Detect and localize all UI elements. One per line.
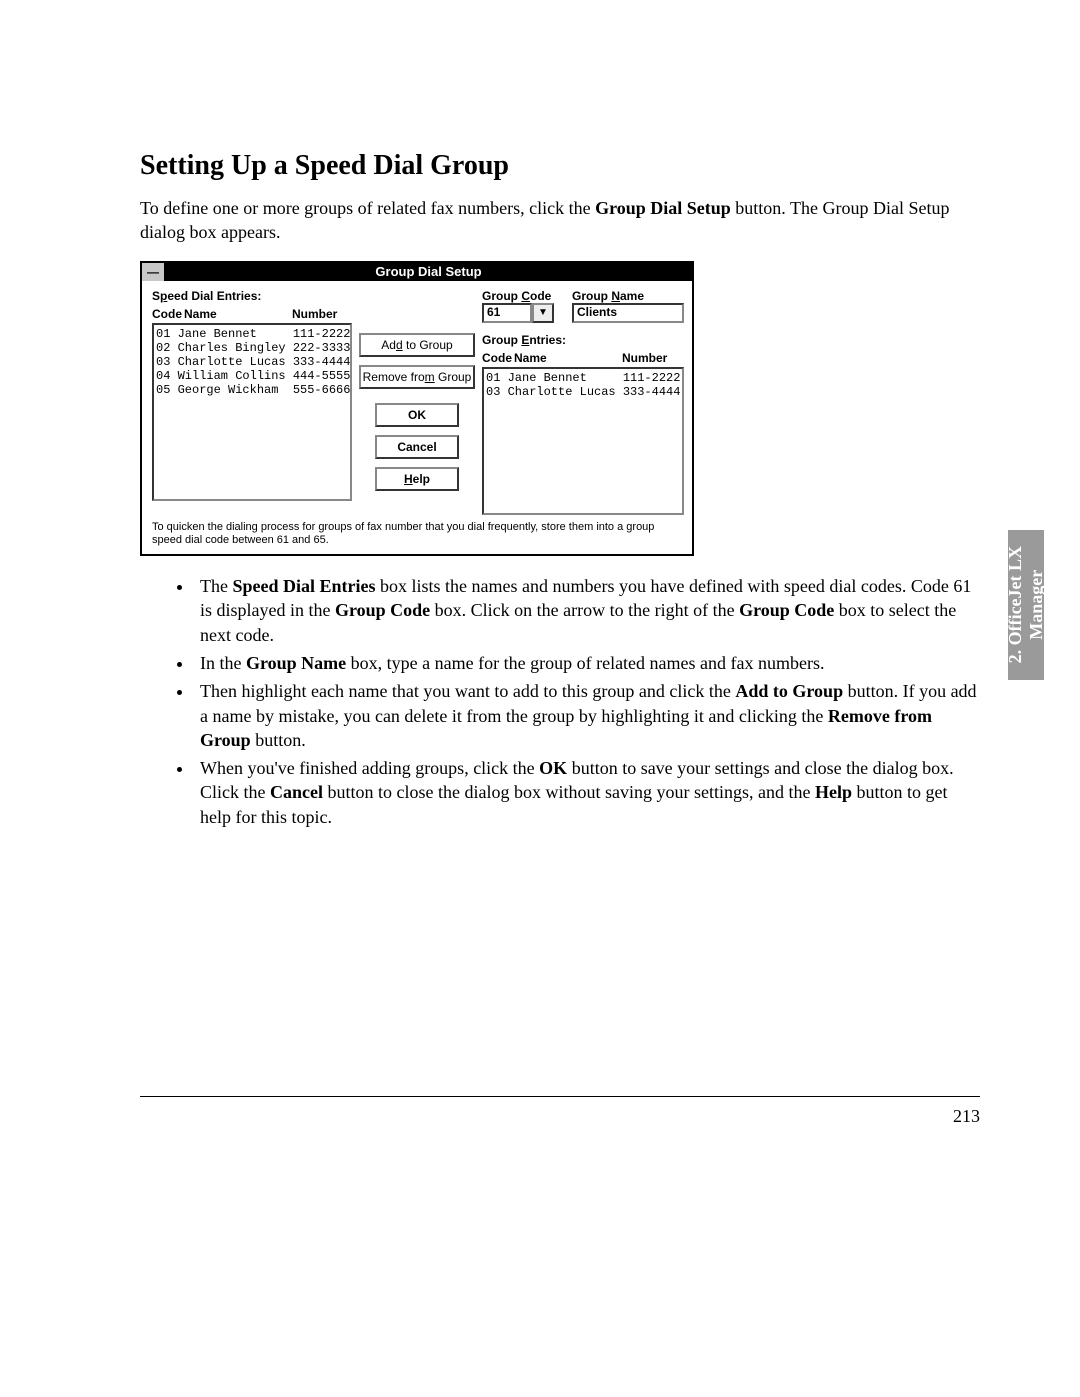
group-dial-setup-dialog: — Group Dial Setup Speed Dial Entries: C…	[140, 261, 694, 557]
footer-rule	[140, 1096, 980, 1097]
speed-dial-header-row: Code Name Number	[152, 307, 352, 321]
btn-accel: m	[425, 370, 435, 384]
bold-text: Add to Group	[735, 681, 843, 701]
list-item: In the Group Name box, type a name for t…	[194, 651, 980, 675]
group-entries-header-row: Code Name Number	[482, 351, 684, 365]
bold-text: Group Name	[246, 653, 346, 673]
btn-text: Cancel	[397, 440, 436, 454]
dialog-title: Group Dial Setup	[165, 263, 692, 281]
label-part: ode	[530, 289, 551, 303]
dialog-titlebar: — Group Dial Setup	[142, 263, 692, 281]
dialog-body: Speed Dial Entries: Code Name Number 01 …	[142, 281, 692, 555]
section-heading: Setting Up a Speed Dial Group	[140, 150, 980, 182]
instruction-list: The Speed Dial Entries box lists the nam…	[140, 574, 980, 829]
bold-text: Cancel	[270, 782, 323, 802]
bold-text: OK	[539, 758, 567, 778]
text: In the	[200, 653, 246, 673]
system-menu-icon[interactable]: —	[142, 263, 165, 281]
btn-text: Ad	[381, 338, 396, 352]
text: The	[200, 576, 232, 596]
text: When you've finished adding groups, clic…	[200, 758, 539, 778]
btn-text: OK	[408, 408, 426, 422]
remove-from-group-button[interactable]: Remove from Group	[359, 365, 475, 389]
group-entries-label: Group Entries:	[482, 333, 684, 347]
ok-button[interactable]: OK	[375, 403, 459, 427]
bold-text: Group Code	[739, 600, 834, 620]
intro-paragraph: To define one or more groups of related …	[140, 196, 980, 245]
text: Then highlight each name that you want t…	[200, 681, 735, 701]
btn-accel: H	[404, 472, 413, 486]
intro-bold: Group Dial Setup	[595, 198, 731, 218]
group-code-label: Group Code	[482, 289, 560, 303]
btn-text: elp	[413, 472, 430, 486]
speed-dial-column: Speed Dial Entries: Code Name Number 01 …	[152, 289, 352, 515]
bold-text: Help	[815, 782, 852, 802]
btn-accel: d	[396, 338, 403, 352]
bold-text: Speed Dial Entries	[232, 576, 375, 596]
group-name-label: Group Name	[572, 289, 684, 303]
bold-text: Group Code	[335, 600, 430, 620]
col-header-number: Number	[622, 351, 684, 365]
combo-dropdown-icon[interactable]: ▼	[532, 303, 554, 323]
page-number: 213	[953, 1106, 980, 1127]
side-tab-line2: Manager	[1026, 570, 1046, 640]
label-accel: C	[521, 289, 530, 303]
col-header-name: Name	[184, 307, 292, 321]
speed-dial-listbox[interactable]: 01 Jane Bennet 111-2222 02 Charles Bingl…	[152, 323, 352, 501]
group-name-input[interactable]: Clients	[572, 303, 684, 323]
btn-text: Remove fro	[363, 370, 425, 384]
label-accel: N	[611, 289, 620, 303]
document-page: Setting Up a Speed Dial Group To define …	[0, 0, 1080, 1397]
group-code-value[interactable]: 61	[482, 303, 532, 323]
buttons-column: Add to Group Remove from Group OK Cancel…	[362, 289, 472, 515]
col-header-code: Code	[152, 307, 184, 321]
group-column: Group Code 61 ▼ Group Name Clients	[482, 289, 684, 515]
speed-dial-entries-label: Speed Dial Entries:	[152, 289, 352, 303]
text: button to close the dialog box without s…	[323, 782, 815, 802]
text: box. Click on the arrow to the right of …	[430, 600, 739, 620]
label-part: eed Dial Entries:	[167, 289, 261, 303]
col-header-name: Name	[514, 351, 622, 365]
add-to-group-button[interactable]: Add to Group	[359, 333, 475, 357]
btn-text: Group	[435, 370, 472, 384]
col-header-code: Code	[482, 351, 514, 365]
list-item: The Speed Dial Entries box lists the nam…	[194, 574, 980, 647]
label-part: ntries:	[529, 333, 566, 347]
list-item: Then highlight each name that you want t…	[194, 679, 980, 752]
cancel-button[interactable]: Cancel	[375, 435, 459, 459]
group-code-combo[interactable]: 61 ▼	[482, 303, 560, 323]
btn-text: to Group	[403, 338, 453, 352]
col-header-number: Number	[292, 307, 352, 321]
label-part: Group	[572, 289, 611, 303]
side-tab-line1: 2. OfficeJet LX	[1005, 546, 1025, 663]
intro-text-pre: To define one or more groups of related …	[140, 198, 595, 218]
label-part: ame	[620, 289, 644, 303]
chapter-side-tab: 2. OfficeJet LX Manager	[1008, 530, 1044, 680]
help-button[interactable]: Help	[375, 467, 459, 491]
group-entries-listbox[interactable]: 01 Jane Bennet 111-2222 03 Charlotte Luc…	[482, 367, 684, 515]
label-part: S	[152, 289, 160, 303]
dialog-hint-text: To quicken the dialing process for group…	[152, 521, 682, 549]
label-part: Group	[482, 289, 521, 303]
text: box, type a name for the group of relate…	[346, 653, 824, 673]
list-item: When you've finished adding groups, clic…	[194, 756, 980, 829]
text: button.	[251, 730, 306, 750]
label-part: Group	[482, 333, 521, 347]
